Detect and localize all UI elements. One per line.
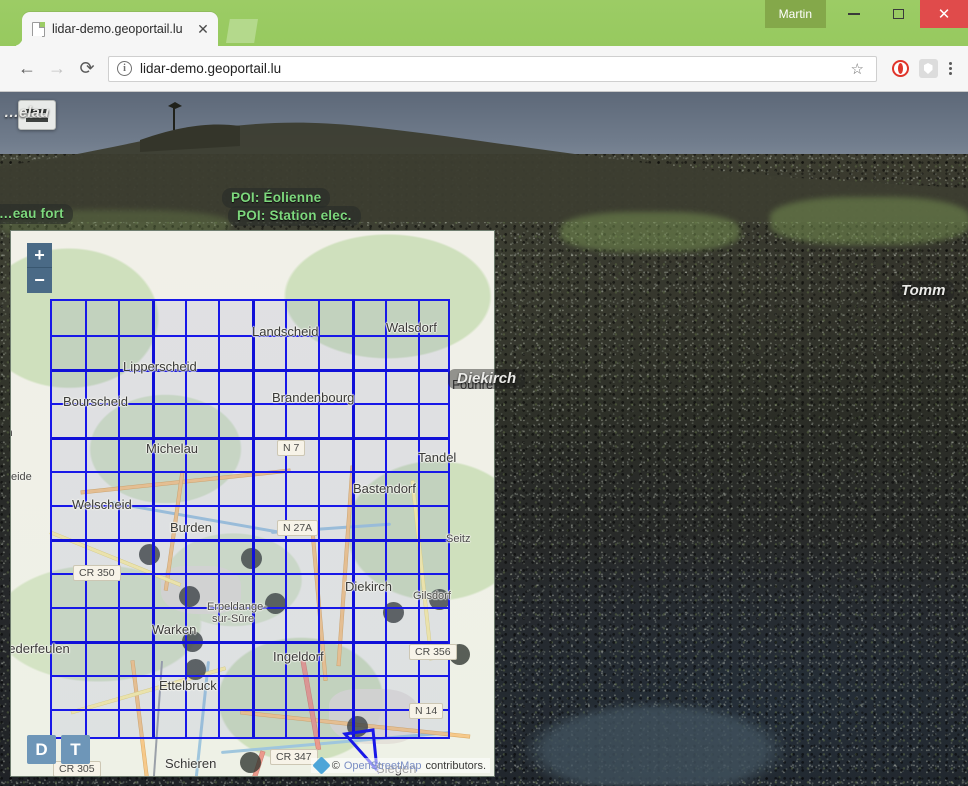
minimize-button[interactable]: [832, 0, 876, 28]
field-patch: [770, 197, 968, 245]
user-profile-name: Martin: [778, 7, 812, 21]
shield-icon: [918, 59, 938, 78]
layer-switcher-icon[interactable]: [312, 756, 331, 775]
place-label-tomm: Tomm: [892, 281, 955, 301]
browser-toolbar: ← → ⟳ i lidar-demo.geoportail.lu ☆: [0, 46, 968, 92]
terrain-tool-button[interactable]: T: [61, 735, 90, 764]
map-panel[interactable]: + − Landscheid Walsdorf Lipperscheid Fouhre…: [10, 230, 495, 777]
opera-extension-button[interactable]: [887, 56, 913, 82]
map-poi-marker[interactable]: [383, 602, 404, 623]
reload-icon: ⟳: [79, 58, 95, 78]
maximize-icon: [892, 9, 904, 19]
place-label-michelau: …elau: [4, 104, 50, 121]
attribution-suffix: contributors.: [425, 759, 486, 772]
bookmark-star-icon[interactable]: ☆: [845, 60, 870, 78]
map-zoom-controls[interactable]: + −: [27, 243, 52, 293]
page-icon: [32, 21, 45, 37]
tab-strip: lidar-demo.geoportail.lu ✕ Martin ✕: [0, 0, 968, 46]
map-tool-buttons: D T: [27, 735, 90, 764]
place-label-diekirch-3d: Diekirch: [448, 369, 526, 389]
kebab-menu-icon[interactable]: [941, 62, 960, 75]
poi-label-eolienne: POI: Éolienne: [222, 188, 331, 208]
forward-button[interactable]: →: [42, 54, 72, 84]
browser-window: lidar-demo.geoportail.lu ✕ Martin ✕ ← →: [0, 0, 968, 786]
site-info-icon[interactable]: i: [117, 61, 132, 76]
openstreetmap-link[interactable]: OpenStreetMap: [344, 760, 422, 772]
map-poi-marker[interactable]: [185, 659, 206, 680]
map-poi-marker[interactable]: [179, 586, 200, 607]
tab-title: lidar-demo.geoportail.lu: [52, 22, 183, 36]
back-button[interactable]: ←: [12, 54, 42, 84]
maximize-button[interactable]: [876, 0, 920, 28]
map-poi-marker[interactable]: [265, 593, 286, 614]
poi-label-station-elec: POI: Station elec.: [228, 206, 361, 226]
map-landcover: [11, 231, 494, 776]
map-poi-marker[interactable]: [240, 752, 261, 773]
map-poi-marker[interactable]: [139, 544, 160, 565]
map-poi-marker[interactable]: [241, 548, 262, 569]
river-water: [520, 666, 820, 786]
zoom-out-button[interactable]: −: [27, 268, 52, 293]
user-profile-chip[interactable]: Martin: [764, 0, 826, 28]
new-tab-button[interactable]: [226, 19, 258, 43]
road-shield: CR 350: [73, 565, 121, 581]
page-viewport: POI: Éolienne POI: Station elec. …eau fo…: [0, 92, 968, 786]
minimize-icon: [848, 13, 860, 15]
address-bar[interactable]: i lidar-demo.geoportail.lu ☆: [108, 55, 877, 82]
map-attribution: © OpenStreetMap contributors.: [310, 756, 490, 775]
window-caption-controls: Martin ✕: [764, 0, 968, 28]
browser-tab[interactable]: lidar-demo.geoportail.lu ✕: [22, 12, 218, 46]
close-tab-icon[interactable]: ✕: [194, 20, 212, 38]
back-arrow-icon: ←: [18, 58, 36, 78]
opera-icon: [891, 60, 909, 77]
reload-button[interactable]: ⟳: [72, 54, 102, 84]
map-tiles: [11, 231, 494, 776]
map-poi-marker[interactable]: [429, 589, 450, 610]
copyright-icon: ©: [331, 759, 340, 772]
poi-label-chateau-fort: …eau fort: [0, 204, 73, 224]
road-shield: N 14: [409, 703, 444, 719]
urban-area: [161, 566, 241, 614]
road-shield: N 7: [277, 440, 306, 456]
map-poi-marker[interactable]: [182, 631, 203, 652]
close-icon: ✕: [937, 6, 951, 23]
zoom-in-button[interactable]: +: [27, 243, 52, 268]
close-window-button[interactable]: ✕: [920, 0, 968, 28]
url-text: lidar-demo.geoportail.lu: [140, 61, 282, 76]
road-shield: N 27A: [277, 520, 319, 536]
shield-extension-button[interactable]: [915, 56, 941, 82]
draw-tool-button[interactable]: D: [27, 735, 56, 764]
field-patch: [560, 212, 740, 252]
forward-arrow-icon: →: [48, 58, 66, 78]
road-shield: CR 356: [409, 644, 457, 660]
